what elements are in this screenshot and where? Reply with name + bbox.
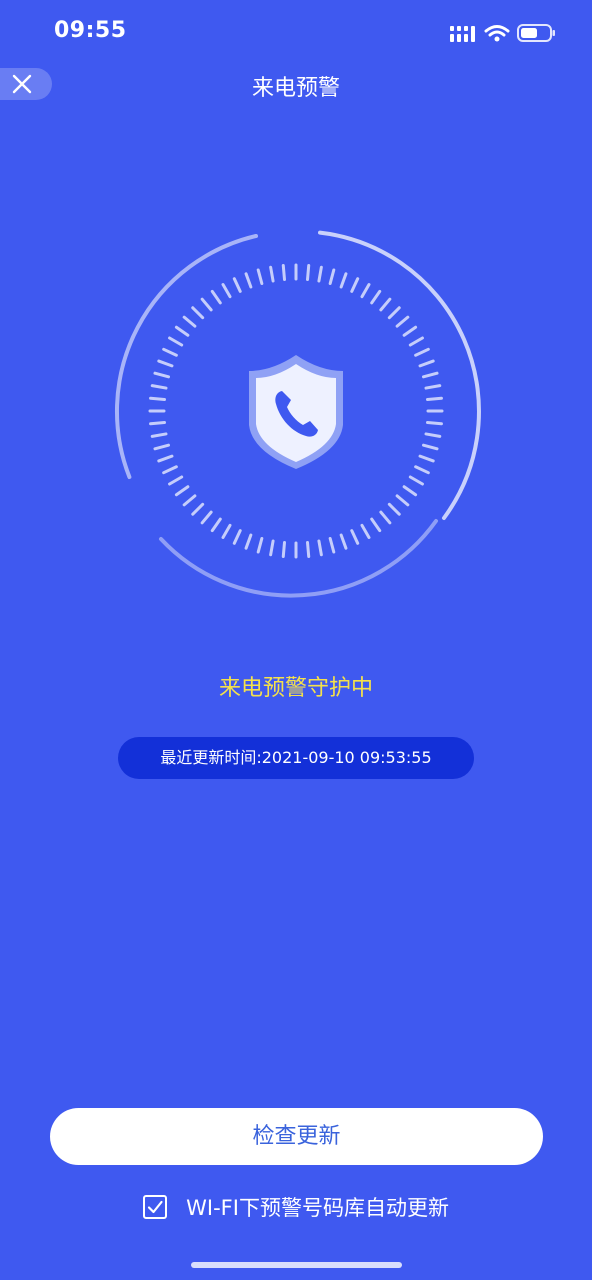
dial-tick	[232, 277, 242, 293]
dial-tick	[200, 297, 213, 312]
dial-tick	[387, 306, 401, 320]
dial-tick	[306, 540, 311, 558]
dial-tick	[221, 523, 232, 539]
dial-tick	[317, 265, 323, 283]
dial-tick	[232, 529, 242, 545]
signal-icon	[450, 26, 475, 42]
dial-tick	[244, 272, 253, 289]
dial-tick	[162, 465, 178, 475]
dial-tick	[149, 396, 167, 401]
dial-tick	[157, 454, 174, 463]
dial-tick	[162, 347, 178, 357]
dial-tick	[414, 465, 430, 475]
battery-icon	[517, 24, 555, 42]
dial-tick	[387, 502, 401, 516]
shield-phone-icon	[249, 355, 343, 469]
dial-tick	[191, 306, 205, 320]
dial-tick	[210, 517, 222, 533]
dial-tick	[317, 539, 323, 557]
checkmark-icon	[147, 1200, 163, 1214]
dial-tick	[200, 510, 213, 525]
dial-tick	[269, 539, 275, 557]
dial-tick	[414, 347, 430, 357]
status-icons	[450, 22, 556, 44]
dial-tick	[395, 494, 410, 507]
dial-tick	[402, 485, 418, 497]
dial-tick	[306, 264, 311, 282]
dial-tick	[281, 540, 286, 558]
dial-tick	[153, 443, 170, 451]
dial-tick	[339, 272, 348, 289]
dial-tick	[379, 297, 392, 312]
dial-tick	[395, 315, 410, 328]
dial-tick	[182, 494, 197, 507]
dial-tick	[408, 336, 424, 347]
status-bar: 09:55	[0, 0, 592, 64]
home-indicator	[191, 1262, 402, 1268]
dial-tick	[425, 421, 443, 426]
check-update-button[interactable]: 检查更新	[50, 1108, 543, 1165]
dial-tick	[328, 537, 336, 554]
dial-tick	[256, 268, 264, 285]
dial-tick	[174, 325, 190, 337]
dial-tick	[149, 421, 167, 426]
dial-tick	[256, 537, 264, 554]
protection-dial	[106, 221, 486, 601]
status-time: 09:55	[54, 18, 127, 43]
dial-tick	[422, 371, 439, 379]
auto-update-option[interactable]: WI-FI下预警号码库自动更新	[0, 1192, 592, 1226]
dial-tick	[174, 485, 190, 497]
dial-tick	[422, 443, 439, 451]
dial-tick	[269, 265, 275, 283]
page-title: 来电预警	[251, 76, 340, 101]
protection-status-text: 来电预警守护中	[218, 676, 373, 701]
dial-tick	[150, 384, 168, 390]
dial-tick	[339, 533, 348, 550]
dial-tick	[360, 523, 371, 539]
dial-tick	[191, 502, 205, 516]
dial-tick	[408, 475, 424, 486]
dial-tick	[424, 432, 442, 438]
dial-tick	[350, 529, 360, 545]
dial-tick	[281, 264, 286, 282]
dial-tick	[153, 371, 170, 379]
dial-tick	[424, 384, 442, 390]
wifi-icon	[484, 25, 510, 42]
auto-update-checkbox[interactable]	[143, 1195, 168, 1219]
dial-tick	[221, 283, 232, 299]
dial-tick	[182, 315, 197, 328]
dial-tick	[418, 359, 435, 368]
last-update-time: 最近更新时间:2021-09-10 09:53:55	[118, 737, 474, 779]
dial-tick	[168, 475, 184, 486]
dial-tick	[168, 336, 184, 347]
auto-update-label: WI-FI下预警号码库自动更新	[186, 1196, 449, 1220]
dial-tick	[418, 454, 435, 463]
dial-tick	[360, 283, 371, 299]
dial-tick	[370, 289, 382, 305]
dial-tick	[157, 359, 174, 368]
dial-tick	[244, 533, 253, 550]
dial-tick	[425, 396, 443, 401]
dial-tick	[402, 325, 418, 337]
dial-tick	[210, 289, 222, 305]
dial-tick	[328, 268, 336, 285]
dial-tick	[350, 277, 360, 293]
dial-tick	[379, 510, 392, 525]
dial-tick	[370, 517, 382, 533]
dial-tick	[150, 432, 168, 438]
